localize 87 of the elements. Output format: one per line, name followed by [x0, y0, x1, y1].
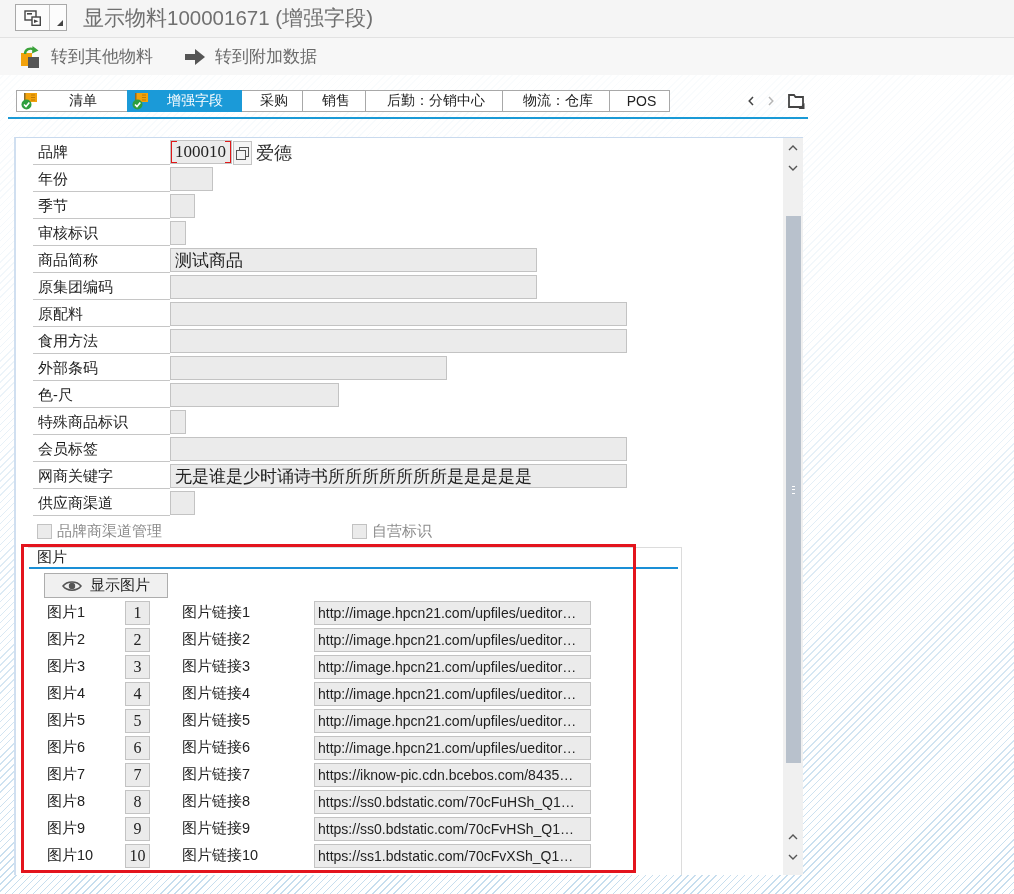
field-label: 图片1	[47, 603, 87, 622]
squares-icon	[236, 146, 249, 160]
input-field[interactable]: 6	[125, 735, 150, 760]
input-field[interactable]: http://image.hpcn21.com/upfiles/ueditor…	[314, 681, 591, 706]
input-field[interactable]: 8	[125, 789, 150, 814]
field-description: 爱德	[256, 142, 292, 165]
chevron-down-icon[interactable]	[788, 165, 798, 171]
folder-icon[interactable]	[788, 93, 805, 109]
field-label: 图片7	[47, 765, 87, 784]
field-label: 图片链接2	[182, 630, 252, 649]
window-icon	[24, 9, 41, 26]
field-label: 图片链接6	[182, 738, 252, 757]
tab[interactable]: 物流：仓库	[502, 90, 610, 112]
toolbar-button[interactable]: 转到附加数据	[184, 45, 317, 68]
value-help-button[interactable]	[233, 141, 252, 165]
status-check-icon	[132, 92, 149, 110]
input-field[interactable]	[170, 275, 537, 299]
input-field[interactable]: http://image.hpcn21.com/upfiles/ueditor…	[314, 708, 591, 733]
chevron-down-icon[interactable]	[788, 854, 798, 860]
field-label: 图片10	[47, 846, 95, 865]
scrollbar-track[interactable]	[783, 138, 803, 875]
input-field[interactable]: http://image.hpcn21.com/upfiles/ueditor…	[314, 654, 591, 679]
input-field[interactable]	[170, 410, 186, 434]
input-field[interactable]: 5	[125, 708, 150, 733]
eye-icon	[62, 579, 82, 592]
input-field[interactable]	[170, 221, 186, 245]
input-field[interactable]	[170, 302, 627, 326]
toolbar-button[interactable]: 转到其他物料	[20, 44, 153, 69]
field-label: 图片链接1	[182, 603, 252, 622]
input-field[interactable]	[170, 329, 627, 353]
input-field[interactable]	[170, 491, 195, 515]
tab[interactable]: POS	[609, 90, 670, 112]
checkbox-label: 品牌商渠道管理	[57, 522, 162, 541]
field-label: 图片8	[47, 792, 87, 811]
field-label: 图片链接4	[182, 684, 252, 703]
input-field[interactable]	[170, 194, 195, 218]
field-label: 图片3	[47, 657, 87, 676]
input-field[interactable]: 9	[125, 816, 150, 841]
field-label: 图片链接3	[182, 657, 252, 676]
input-field[interactable]: https://ss1.bdstatic.com/70cFvXSh_Q1…	[314, 843, 591, 868]
swap-pages-icon	[20, 44, 42, 69]
input-field[interactable]: 无是谁是少时诵诗书所所所所所所所是是是是是	[170, 464, 627, 488]
input-field[interactable]	[170, 167, 213, 191]
tab[interactable]: 后勤：分销中心	[365, 90, 503, 112]
scrollbar-thumb[interactable]	[785, 216, 801, 763]
field-label: 图片链接9	[182, 819, 252, 838]
field-label: 图片链接10	[182, 846, 260, 865]
arrow-right-icon	[184, 47, 206, 66]
input-field[interactable]: http://image.hpcn21.com/upfiles/ueditor…	[314, 735, 591, 760]
input-field[interactable]	[170, 356, 447, 380]
chevron-up-icon[interactable]	[788, 145, 798, 151]
input-field[interactable]	[170, 383, 339, 407]
field-label: 图片4	[47, 684, 87, 703]
input-field[interactable]: http://image.hpcn21.com/upfiles/ueditor…	[314, 600, 591, 625]
chevron-right-icon[interactable]	[768, 96, 774, 106]
status-check-icon	[21, 92, 38, 110]
window-title: 显示物料100001671 (增强字段)	[83, 4, 373, 31]
input-field[interactable]	[170, 437, 627, 461]
caret-icon	[57, 20, 63, 26]
field-label: 图片2	[47, 630, 87, 649]
field-label: 图片链接8	[182, 792, 252, 811]
tab[interactable]: 销售	[302, 90, 366, 112]
input-field[interactable]: 2	[125, 627, 150, 652]
field-label: 图片5	[47, 711, 87, 730]
input-field[interactable]: 3	[125, 654, 150, 679]
input-field[interactable]: 100010	[170, 140, 232, 164]
input-field[interactable]: 1	[125, 600, 150, 625]
input-field[interactable]: 7	[125, 762, 150, 787]
input-field[interactable]: 测试商品	[170, 248, 537, 272]
field-label: 图片6	[47, 738, 87, 757]
chevron-up-icon[interactable]	[788, 834, 798, 840]
input-field[interactable]: https://ss0.bdstatic.com/70cFuHSh_Q1…	[314, 789, 591, 814]
show-pictures-button[interactable]: 显示图片	[44, 573, 168, 598]
field-label: 图片链接7	[182, 765, 252, 784]
input-field[interactable]: https://ss0.bdstatic.com/70cFvHSh_Q1…	[314, 816, 591, 841]
menu-button[interactable]	[15, 4, 67, 31]
field-label: 图片9	[47, 819, 87, 838]
input-field[interactable]: 10	[125, 843, 150, 868]
input-field[interactable]: http://image.hpcn21.com/upfiles/ueditor…	[314, 627, 591, 652]
input-field[interactable]: 4	[125, 681, 150, 706]
chevron-left-icon[interactable]	[748, 96, 754, 106]
checkbox-label: 自营标识	[372, 522, 432, 541]
tab[interactable]: 采购	[241, 90, 303, 112]
tab[interactable]: 清单	[16, 90, 128, 112]
field-label: 图片链接5	[182, 711, 252, 730]
input-field[interactable]: https://iknow-pic.cdn.bcebos.com/8435…	[314, 762, 591, 787]
group-title: 图片	[37, 548, 67, 567]
